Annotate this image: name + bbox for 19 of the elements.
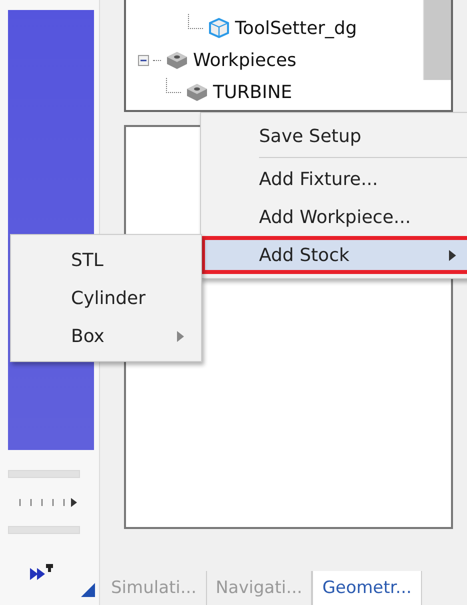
cube-icon (207, 17, 231, 39)
slider-track[interactable] (8, 526, 80, 534)
block-icon (185, 81, 209, 103)
block-icon (165, 49, 189, 71)
tree-item[interactable]: ToolSetter_dg (235, 18, 357, 38)
menu-item[interactable]: Box (11, 317, 201, 355)
tree-item[interactable]: Workpieces (193, 50, 296, 70)
collapse-icon[interactable] (138, 54, 149, 66)
menu-item[interactable]: Cylinder (11, 279, 201, 317)
menu-item[interactable]: Add Workpiece... (201, 198, 467, 236)
resize-grip-icon[interactable] (81, 583, 95, 597)
scrollbar[interactable] (423, 0, 451, 80)
menu-item[interactable]: Add Stock (201, 236, 467, 274)
tree-item[interactable]: TURBINE (213, 82, 292, 102)
tab[interactable]: Geometr... (312, 571, 422, 605)
menu-item[interactable]: Add Fixture... (201, 160, 467, 198)
menu-item[interactable]: Save Setup (201, 117, 467, 155)
slider-track[interactable] (8, 470, 80, 478)
menu-item[interactable]: STL (11, 241, 201, 279)
